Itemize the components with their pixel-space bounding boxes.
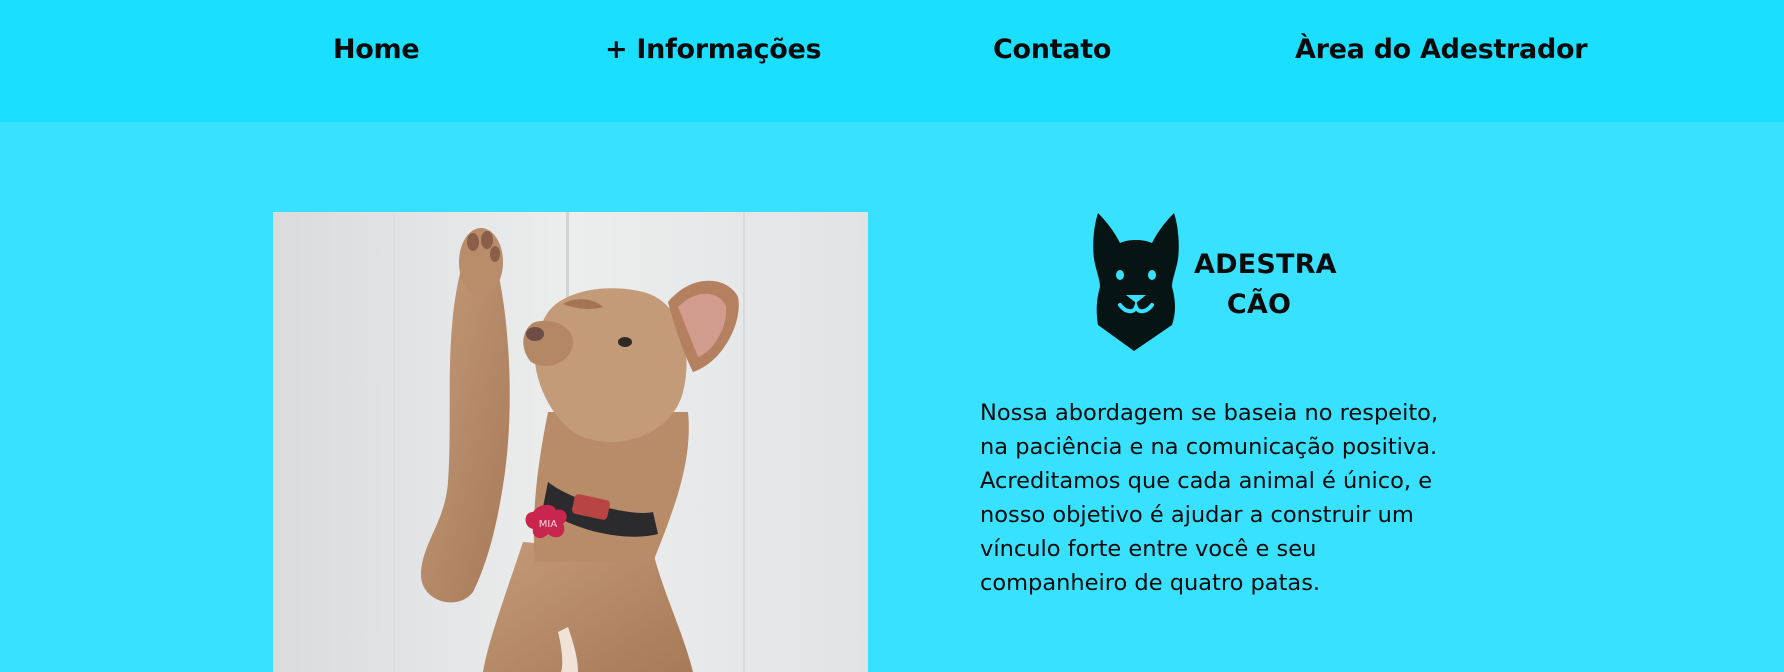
dog-illustration: MIA (273, 212, 868, 672)
brand-line-2: CÃO (1226, 289, 1292, 320)
nav-link-contato[interactable]: Contato (993, 34, 1111, 65)
brand-logo: ADESTRA CÃO (1092, 209, 1337, 354)
brand-wordmark: ADESTRA CÃO (1194, 245, 1337, 325)
nav-link-area-adestrador[interactable]: Àrea do Adestrador (1295, 34, 1588, 65)
dog-photo: MIA (273, 212, 868, 672)
about-paragraph: Nossa abordagem se baseia no respeito, n… (980, 400, 1439, 596)
top-navigation: Home + Informações Contato Àrea do Adest… (0, 0, 1784, 122)
dog-head-icon (1093, 213, 1179, 351)
brand-line-1: ADESTRA (1194, 249, 1337, 280)
nav-link-home[interactable]: Home (333, 34, 420, 65)
nav-link-informacoes[interactable]: + Informações (605, 34, 822, 65)
tag-text: MIA (539, 519, 558, 530)
